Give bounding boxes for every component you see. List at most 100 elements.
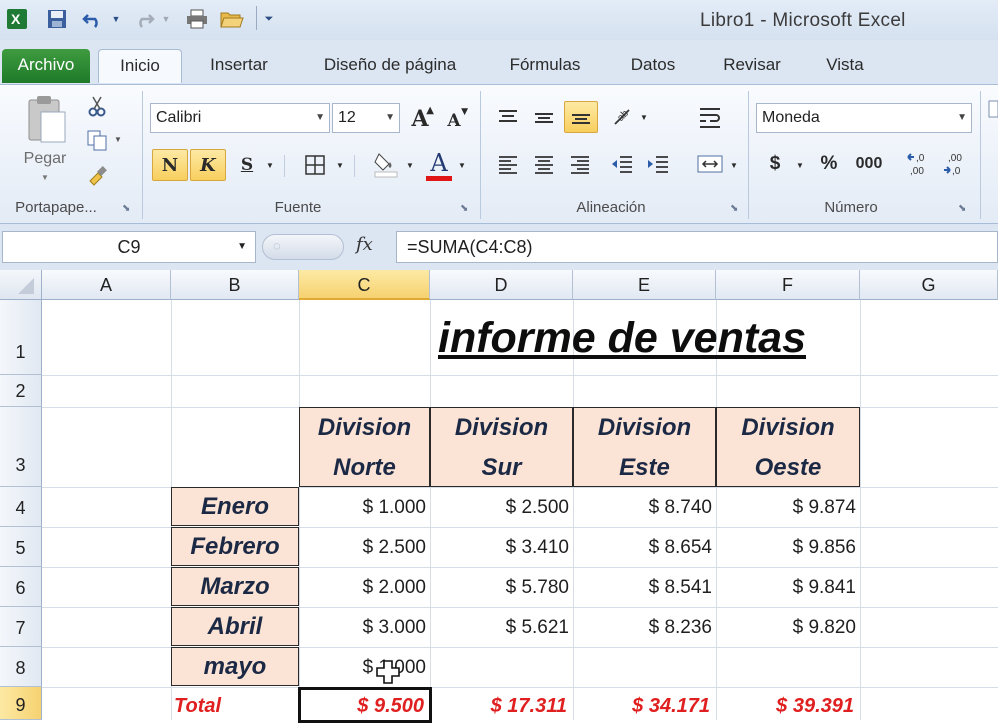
italic-button[interactable]: K	[190, 149, 226, 181]
text-orientation-icon[interactable]: ab	[608, 101, 638, 133]
row-header-6[interactable]: 6	[0, 567, 42, 607]
formula-input[interactable]: =SUMA(C4:C8)	[396, 231, 998, 263]
cell-f9-total[interactable]: $ 39.391	[716, 690, 860, 722]
cell-e8[interactable]	[573, 647, 716, 687]
tab-archivo[interactable]: Archivo	[2, 49, 90, 83]
customize-qat-icon[interactable]: ⏷	[262, 6, 276, 32]
wrap-text-icon[interactable]	[694, 101, 726, 133]
worksheet[interactable]: A B C D E F G 1 2 3 4 5 6 7 8 9 informe …	[0, 270, 998, 723]
alignment-launcher-icon[interactable]: ⬊	[730, 203, 738, 214]
cell-c6[interactable]: $ 2.000	[299, 567, 430, 607]
font-launcher-icon[interactable]: ⬊	[460, 203, 468, 214]
name-box[interactable]: C9 ▼	[2, 231, 256, 263]
tab-formulas[interactable]: Fórmulas	[496, 49, 594, 83]
cell-d6[interactable]: $ 5.780	[430, 567, 573, 607]
print-icon[interactable]	[184, 6, 210, 32]
column-header-b[interactable]: B	[171, 270, 299, 300]
align-center-icon[interactable]	[528, 149, 560, 179]
borders-icon[interactable]	[300, 149, 330, 181]
increase-decimal-icon[interactable]: ,0,00	[904, 149, 936, 179]
tab-datos[interactable]: Datos	[616, 49, 690, 83]
paste-dropdown-icon[interactable]: ▼	[38, 171, 52, 183]
column-header-c[interactable]: C	[299, 270, 430, 300]
row-header-2[interactable]: 2	[0, 375, 42, 407]
cell-d7[interactable]: $ 5.621	[430, 607, 573, 647]
cell-f5[interactable]: $ 9.856	[716, 527, 860, 567]
align-top-icon[interactable]	[492, 103, 524, 133]
fill-color-icon[interactable]	[370, 147, 402, 181]
cell-f4[interactable]: $ 9.874	[716, 487, 860, 527]
row-header-8[interactable]: 8	[0, 647, 42, 687]
paste-button[interactable]: Pegar	[16, 147, 74, 171]
cell-c7[interactable]: $ 3.000	[299, 607, 430, 647]
shrink-font-button[interactable]: A ▼	[440, 107, 468, 135]
month-mayo[interactable]: mayo	[171, 647, 299, 686]
cell-e4[interactable]: $ 8.740	[573, 487, 716, 527]
row-header-7[interactable]: 7	[0, 607, 42, 647]
font-size-select[interactable]: 12 ▼	[332, 103, 400, 133]
underline-dropdown-icon[interactable]: ▼	[264, 159, 276, 171]
cell-c5[interactable]: $ 2.500	[299, 527, 430, 567]
tab-revisar[interactable]: Revisar	[710, 49, 794, 83]
column-header-a[interactable]: A	[42, 270, 171, 300]
column-header-d[interactable]: D	[430, 270, 573, 300]
cell-d5[interactable]: $ 3.410	[430, 527, 573, 567]
clipboard-launcher-icon[interactable]: ⬊	[122, 203, 130, 214]
cell-e6[interactable]: $ 8.541	[573, 567, 716, 607]
cell-d9-total[interactable]: $ 17.311	[430, 690, 573, 722]
cell-f8[interactable]	[716, 647, 860, 687]
undo-icon[interactable]	[80, 6, 106, 32]
row-header-4[interactable]: 4	[0, 487, 42, 527]
month-febrero[interactable]: Febrero	[171, 527, 299, 566]
number-format-select[interactable]: Moneda ▼	[756, 103, 972, 133]
insert-function-button[interactable]: fx	[356, 234, 373, 255]
merge-center-icon[interactable]	[694, 149, 726, 179]
column-header-g[interactable]: G	[860, 270, 998, 300]
decrease-decimal-icon[interactable]: ,00,0	[940, 149, 972, 179]
tab-vista[interactable]: Vista	[812, 49, 878, 83]
tab-insertar[interactable]: Insertar	[196, 49, 282, 83]
merge-dropdown-icon[interactable]: ▼	[728, 159, 740, 171]
align-left-icon[interactable]	[492, 149, 524, 179]
select-all-corner[interactable]	[0, 270, 42, 300]
column-header-e[interactable]: E	[573, 270, 716, 300]
cell-e7[interactable]: $ 8.236	[573, 607, 716, 647]
row-header-3[interactable]: 3	[0, 407, 42, 487]
paste-icon[interactable]	[16, 93, 74, 145]
cell-e9-total[interactable]: $ 34.171	[573, 690, 716, 722]
font-color-button[interactable]: A	[424, 145, 454, 181]
underline-button[interactable]: S	[232, 149, 262, 181]
decrease-indent-icon[interactable]	[606, 149, 638, 179]
row-header-5[interactable]: 5	[0, 527, 42, 567]
cell-e5[interactable]: $ 8.654	[573, 527, 716, 567]
grow-font-button[interactable]: A ▲	[406, 105, 434, 133]
bold-button[interactable]: N	[152, 149, 188, 181]
cell-d8[interactable]	[430, 647, 573, 687]
copy-dropdown-icon[interactable]: ▼	[112, 133, 124, 145]
cell-c4[interactable]: $ 1.000	[299, 487, 430, 527]
total-label[interactable]: Total	[174, 690, 221, 723]
font-color-dropdown-icon[interactable]: ▼	[456, 159, 468, 171]
row-header-1[interactable]: 1	[0, 300, 42, 375]
font-name-select[interactable]: Calibri ▼	[150, 103, 330, 133]
month-marzo[interactable]: Marzo	[171, 567, 299, 606]
fill-color-dropdown-icon[interactable]: ▼	[404, 159, 416, 171]
align-bottom-icon[interactable]	[564, 101, 598, 133]
thousands-button[interactable]: 000	[850, 149, 888, 179]
borders-dropdown-icon[interactable]: ▼	[334, 159, 346, 171]
cell-f6[interactable]: $ 9.841	[716, 567, 860, 607]
cut-icon[interactable]	[84, 93, 110, 119]
percent-button[interactable]: %	[814, 149, 844, 179]
cell-d4[interactable]: $ 2.500	[430, 487, 573, 527]
row-header-9[interactable]: 9	[0, 687, 42, 720]
month-enero[interactable]: Enero	[171, 487, 299, 526]
align-right-icon[interactable]	[564, 149, 596, 179]
orientation-dropdown-icon[interactable]: ▼	[638, 111, 650, 123]
open-folder-icon[interactable]	[218, 6, 246, 32]
align-middle-icon[interactable]	[528, 103, 560, 133]
undo-dropdown-icon[interactable]: ▼	[110, 6, 122, 32]
increase-indent-icon[interactable]	[642, 149, 674, 179]
cell-f7[interactable]: $ 9.820	[716, 607, 860, 647]
formula-bar-splitter[interactable]: ◌	[262, 234, 344, 260]
currency-dropdown-icon[interactable]: ▼	[794, 159, 806, 171]
